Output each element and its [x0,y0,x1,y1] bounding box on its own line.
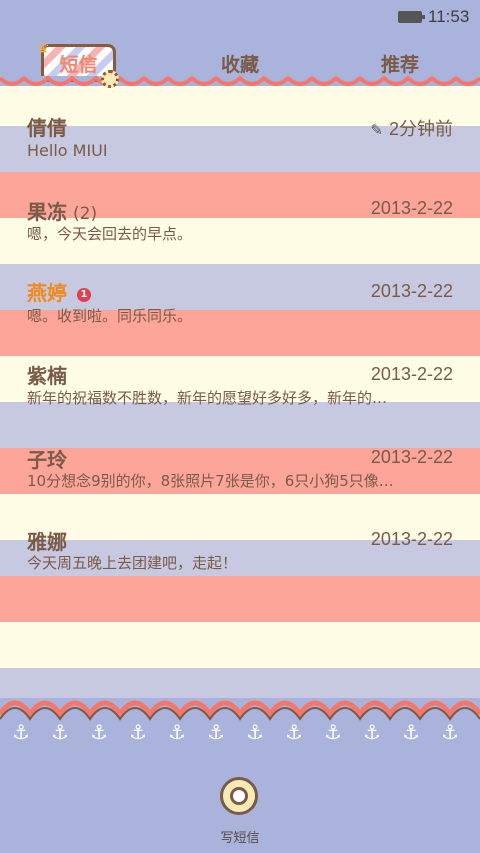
anchor-decoration-row: ⚓ ⚓ ⚓ ⚓ ⚓ ⚓ ⚓ ⚓ ⚓ ⚓ ⚓ ⚓ [0,720,480,744]
anchor-icon: ⚓ [168,720,186,744]
anchor-icon: ⚓ [363,720,381,744]
stripe [0,402,480,448]
status-time: 11:53 [428,7,470,26]
anchor-icon: ⚓ [324,720,342,744]
compose-message-icon [220,777,258,815]
anchor-icon: ⚓ [402,720,420,744]
message-time: 2013-2-22 [370,364,453,384]
pencil-icon: ✎ [370,122,383,139]
scallop-border-bottom [0,700,480,722]
anchor-icon: ⚓ [90,720,108,744]
message-time: 2013-2-22 [370,529,453,549]
compose-label: 写短信 [220,831,260,846]
scallop-border-top [0,76,480,86]
message-time: 2013-2-22 [370,198,453,218]
status-bar: 11:53 [0,0,480,36]
message-preview: 新年的祝福数不胜数，新年的愿望好多好多，新年的… [27,389,388,407]
contact-name: 紫楠 [27,364,67,388]
message-count: (2) [73,204,98,224]
unread-badge: 1 [77,287,91,302]
message-time: ✎ 2分钟前 [370,119,453,139]
message-preview: 嗯，今天会回去的早点。 [27,225,193,243]
anchor-icon: ⚓ [246,720,264,744]
contact-name: 子玲 [27,448,67,472]
crown-icon: ♛ [37,41,50,57]
anchor-icon: ⚓ [441,720,459,744]
stripe [0,622,480,668]
anchor-icon: ⚓ [207,720,225,744]
contact-name: 倩倩 [27,116,67,140]
message-preview: Hello MIUI [27,141,108,160]
message-preview: 10分想念9别的你，8张照片7张是你，6只小狗5只像… [27,472,394,490]
message-time: 2013-2-22 [370,281,453,301]
tab-recommended[interactable]: 推荐 [340,50,460,77]
anchor-icon: ⚓ [285,720,303,744]
contact-name: 果冻 (2) [27,200,98,224]
message-time: 2013-2-22 [370,447,453,467]
tab-favorites[interactable]: 收藏 [180,50,300,77]
message-preview: 今天周五晚上去团建吧，走起！ [27,554,238,572]
stripe [0,576,480,622]
anchor-icon: ⚓ [12,720,30,744]
anchor-icon: ⚓ [51,720,69,744]
gear-icon [101,70,119,88]
anchor-icon: ⚓ [129,720,147,744]
compose-button[interactable]: 写短信 [190,772,290,847]
contact-name: 燕婷 1 [27,277,91,306]
battery-icon [398,11,425,23]
message-preview: 嗯。收到啦。同乐同乐。 [27,307,193,325]
contact-name: 雅娜 [27,530,67,554]
